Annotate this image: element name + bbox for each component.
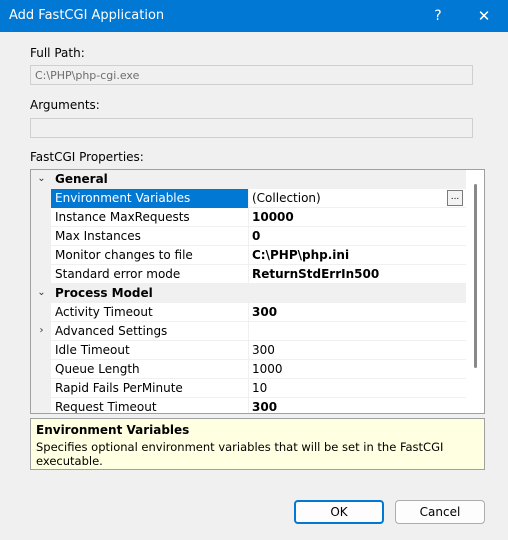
row-margin xyxy=(31,360,51,379)
property-name[interactable]: Environment Variables xyxy=(51,189,249,208)
property-value-text: ReturnStdErrIn500 xyxy=(252,267,380,281)
property-help-panel: Environment Variables Specifies optional… xyxy=(30,418,485,470)
property-name[interactable]: Rapid Fails PerMinute xyxy=(51,379,249,398)
property-value-text: 10000 xyxy=(252,210,294,224)
property-row[interactable]: Activity Timeout 300 xyxy=(31,303,466,322)
property-value-text: 10 xyxy=(252,381,268,395)
property-value-text: 300 xyxy=(252,400,278,414)
category-label: General xyxy=(55,172,108,186)
ok-button[interactable]: OK xyxy=(294,500,384,524)
property-value[interactable]: 0 xyxy=(249,227,466,246)
property-value[interactable]: 300 xyxy=(249,303,466,322)
property-value[interactable]: 10000 xyxy=(249,208,466,227)
collapse-chevron-icon[interactable]: ⌄ xyxy=(36,172,47,186)
property-value-text: 1000 xyxy=(252,362,283,376)
row-margin xyxy=(31,227,51,246)
fastcgi-properties-label: FastCGI Properties: xyxy=(30,150,144,164)
window-title: Add FastCGI Application xyxy=(9,8,165,23)
property-value-text: (Collection) xyxy=(252,191,321,205)
property-name[interactable]: Instance MaxRequests xyxy=(51,208,249,227)
ellipsis-button[interactable]: ... xyxy=(447,190,463,206)
row-margin xyxy=(31,398,51,413)
title-bar: Add FastCGI Application ? ✕ xyxy=(0,0,508,32)
scrollbar-thumb[interactable] xyxy=(474,184,477,368)
property-row[interactable]: Queue Length 1000 xyxy=(31,360,466,379)
row-margin xyxy=(31,208,51,227)
property-name[interactable]: Advanced Settings xyxy=(51,322,249,341)
row-margin xyxy=(31,303,51,322)
arguments-field[interactable] xyxy=(30,118,473,138)
property-category[interactable]: ⌄ Process Model xyxy=(31,284,466,303)
collapse-chevron-icon[interactable]: ⌄ xyxy=(36,286,47,300)
property-name[interactable]: Max Instances xyxy=(51,227,249,246)
property-row[interactable]: Standard error mode ReturnStdErrIn500 xyxy=(31,265,466,284)
property-value[interactable]: 1000 xyxy=(249,360,466,379)
row-margin xyxy=(31,379,51,398)
vertical-scrollbar[interactable] xyxy=(466,170,484,413)
property-row[interactable]: Request Timeout 300 xyxy=(31,398,466,414)
help-description: Specifies optional environment variables… xyxy=(36,440,444,468)
full-path-label: Full Path: xyxy=(30,46,85,60)
help-title: Environment Variables xyxy=(36,423,190,437)
property-name[interactable]: Request Timeout xyxy=(51,398,249,413)
property-row[interactable]: Max Instances 0 xyxy=(31,227,466,246)
full-path-field[interactable]: C:\PHP\php-cgi.exe xyxy=(30,65,473,85)
row-margin xyxy=(31,265,51,284)
property-row[interactable]: Environment Variables (Collection)... xyxy=(31,189,466,208)
property-row[interactable]: Rapid Fails PerMinute 10 xyxy=(31,379,466,398)
property-row[interactable]: Idle Timeout 300 xyxy=(31,341,466,360)
category-label: Process Model xyxy=(55,286,153,300)
property-value-text: C:\PHP\php.ini xyxy=(252,248,350,262)
close-button[interactable]: ✕ xyxy=(462,0,506,32)
row-margin xyxy=(31,341,51,360)
property-value[interactable] xyxy=(249,322,466,341)
expand-chevron-icon[interactable]: › xyxy=(36,324,47,338)
property-value[interactable]: ReturnStdErrIn500 xyxy=(249,265,466,284)
property-value[interactable]: C:\PHP\php.ini xyxy=(249,246,466,265)
property-value-text: 0 xyxy=(252,229,261,243)
property-value-text: 300 xyxy=(252,305,278,319)
property-grid[interactable]: ⌄ General Environment Variables (Collection… xyxy=(30,169,485,414)
property-value[interactable]: 10 xyxy=(249,379,466,398)
property-name[interactable]: Standard error mode xyxy=(51,265,249,284)
property-category[interactable]: ⌄ General xyxy=(31,170,466,189)
property-row[interactable]: Instance MaxRequests 10000 xyxy=(31,208,466,227)
property-row[interactable]: Monitor changes to file C:\PHP\php.ini xyxy=(31,246,466,265)
property-value[interactable]: (Collection)... xyxy=(249,189,466,208)
property-value[interactable]: 300 xyxy=(249,398,466,414)
help-button[interactable]: ? xyxy=(416,0,460,32)
row-margin xyxy=(31,246,51,265)
arguments-label: Arguments: xyxy=(30,98,100,112)
property-value-text: 300 xyxy=(252,343,275,357)
row-margin xyxy=(31,189,51,208)
cancel-button[interactable]: Cancel xyxy=(395,500,485,524)
property-value[interactable]: 300 xyxy=(249,341,466,360)
property-name[interactable]: Monitor changes to file xyxy=(51,246,249,265)
property-name[interactable]: Activity Timeout xyxy=(51,303,249,322)
property-name[interactable]: Queue Length xyxy=(51,360,249,379)
row-margin: › xyxy=(31,322,51,341)
property-name[interactable]: Idle Timeout xyxy=(51,341,249,360)
property-row[interactable]: › Advanced Settings xyxy=(31,322,466,341)
